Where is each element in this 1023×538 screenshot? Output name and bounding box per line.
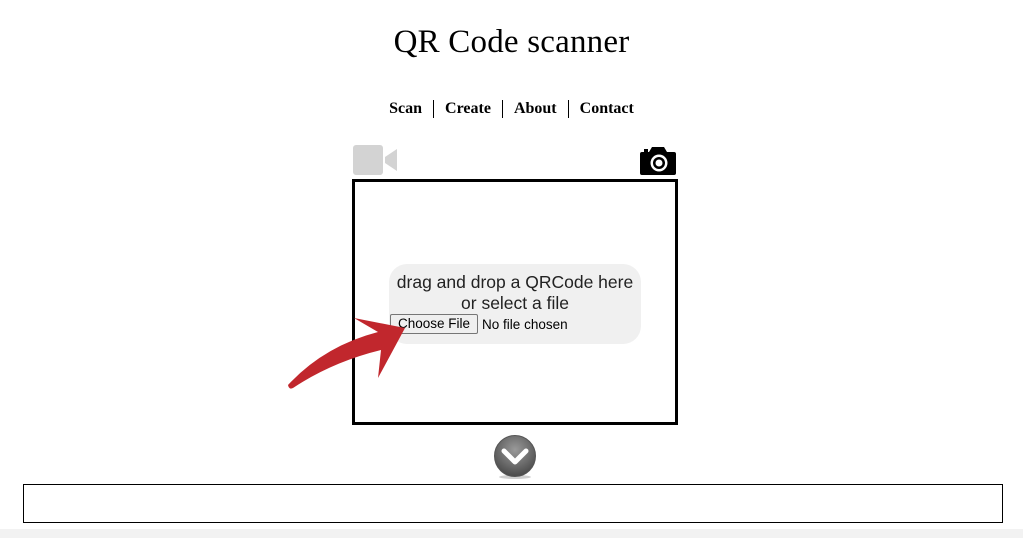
nav-item-create[interactable]: Create <box>433 100 502 118</box>
page-footer-strip <box>0 529 1023 538</box>
choose-file-button[interactable]: Choose File <box>390 314 479 334</box>
video-camera-icon[interactable] <box>352 144 400 176</box>
file-status: No file chosen <box>482 316 568 332</box>
photo-camera-icon[interactable] <box>639 144 677 176</box>
nav-item-contact[interactable]: Contact <box>567 100 634 118</box>
drop-instruction: drag and drop a QRCode here <box>396 272 634 292</box>
result-output[interactable] <box>23 484 1003 523</box>
expand-down-button[interactable] <box>493 435 537 479</box>
page-title: QR Code scanner <box>393 24 630 60</box>
select-instruction: or select a file <box>461 293 569 313</box>
file-input[interactable]: Choose File No file chosen <box>390 314 568 334</box>
nav-item-scan[interactable]: Scan <box>389 100 433 118</box>
nav-item-about[interactable]: About <box>501 100 568 118</box>
drop-zone[interactable]: drag and drop a QRCode here or select a … <box>389 264 641 344</box>
main-nav: Scan Create About Contact <box>0 100 1023 118</box>
